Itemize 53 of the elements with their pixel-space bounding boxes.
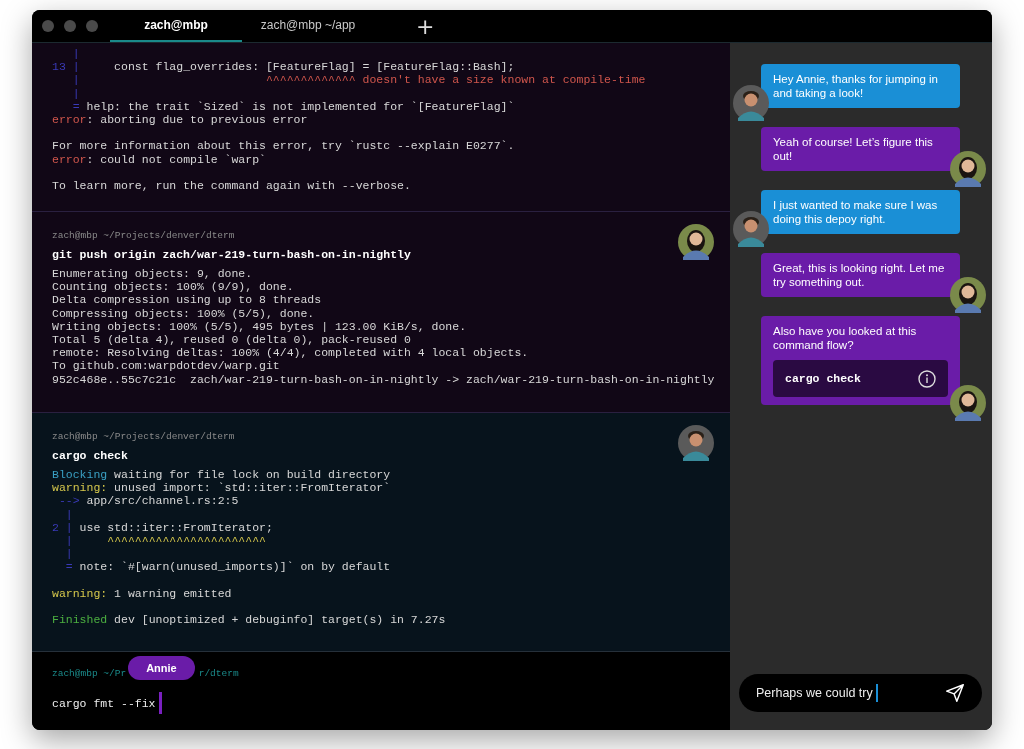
output-line: | — [64, 507, 73, 521]
text-cursor — [158, 692, 162, 714]
window-control[interactable] — [86, 20, 98, 32]
tab[interactable]: zach@mbp ~/app — [242, 10, 374, 42]
output-line: = help: the trait `Sized` is not implemented for `[FeatureFlag]` — [71, 99, 515, 113]
output-line: Blocking waiting for file lock on build directory — [52, 468, 391, 482]
prompt-path: zach@mbp ~/Projects/denver/dterm — [52, 431, 236, 442]
output-line: To github.com:warpdotdev/warp.git — [52, 359, 280, 373]
output-line: warning: unused import: `std::iter::FromIterator` — [52, 481, 391, 495]
output-line: | — [64, 547, 73, 561]
output-line: error: aborting due to previous error — [52, 112, 308, 127]
output-line: Compressing objects: 100% (5/5), done. — [52, 306, 315, 320]
output-line: 952c468e..55c7c21c zach/war-219-turn-bash-on-in-nightly -> zach/war-219-turn-bash-on-in-nightly — [52, 372, 715, 386]
output-line: | ^^^^^^^^^^^^^^^^^^^^^^^ — [64, 533, 266, 548]
info-icon[interactable] — [918, 369, 936, 388]
output-line: remote: Resolving deltas: 100% (4/4), completed with 4 local objects. — [52, 346, 529, 360]
output-line: | — [71, 47, 80, 61]
message-text: Also have you looked at this command flow? — [773, 324, 918, 352]
new-tab-button[interactable]: + — [408, 10, 443, 42]
window-control[interactable] — [42, 20, 54, 32]
message-text: Hey Annie, thanks for jumping in and taking a look! — [773, 72, 939, 100]
command-card[interactable]: cargo check — [773, 360, 948, 397]
output-line: = note: `#[warn(unused_imports)]` on by default — [64, 560, 391, 574]
output-line: Counting objects: 100% (9/9), done. — [52, 280, 294, 294]
prompt-path: zach@mbp ~/Pr — [52, 667, 127, 679]
output-line: 13 | const flag_overrides: [FeatureFlag] = [FeatureFlag::Bash]; — [52, 60, 515, 74]
message-input[interactable]: Perhaps we could try — [739, 674, 982, 712]
output-line: 2 | use std::iter::FromIterator; — [52, 520, 273, 534]
output-line: warning: 1 warning emitted — [52, 586, 232, 600]
prompt-path: zach@mbp ~/Projects/denver/dterm — [52, 230, 236, 241]
output-line: error: could not compile `warp` — [52, 152, 266, 166]
command-text: cargo check — [52, 449, 129, 462]
output-line: Total 5 (delta 4), reused 0 (delta 0), pack-reused 0 — [52, 332, 411, 347]
user-badge: Annie — [128, 656, 195, 680]
output-line: Enumerating objects: 9, done. — [52, 267, 253, 281]
output-line: Writing objects: 100% (5/5), 495 bytes | 123.00 KiB/s, done. — [52, 319, 467, 333]
output-line: Delta compression using up to 8 threads — [52, 293, 322, 307]
window-control[interactable] — [64, 20, 76, 32]
send-icon[interactable] — [944, 682, 966, 704]
output-line: To learn more, run the command again with --verbose. — [52, 178, 411, 193]
output-line: | ^^^^^^^^^^^^^ doesn't have a size known at compile-time — [71, 73, 646, 87]
output-line: --> app/src/channel.rs:2:5 — [57, 494, 239, 508]
message-text: Great, this is looking right. Let me try something out. — [773, 261, 946, 289]
message-text: Yeah of course! Let’s figure this out! — [773, 135, 934, 163]
output-line: Finished dev [unoptimized + debuginfo] target(s) in 7.27s — [52, 613, 446, 627]
prompt-path: r/dterm — [198, 667, 239, 679]
command-input[interactable]: cargo fmt --fix — [52, 696, 156, 710]
command-text: git push origin zach/war-219-turn-bash-on-in-nightly — [52, 248, 412, 261]
output-line: For more information about this error, try `rustc --explain E0277`. — [52, 139, 515, 153]
command-text: cargo check — [785, 372, 861, 385]
output-line: | — [71, 86, 80, 100]
message-text: I just wanted to make sure I was doing this depoy right. — [773, 198, 939, 226]
input-block[interactable]: zach@mbp ~/Pr Annie r/dterm cargo fmt --fix — [32, 652, 730, 730]
